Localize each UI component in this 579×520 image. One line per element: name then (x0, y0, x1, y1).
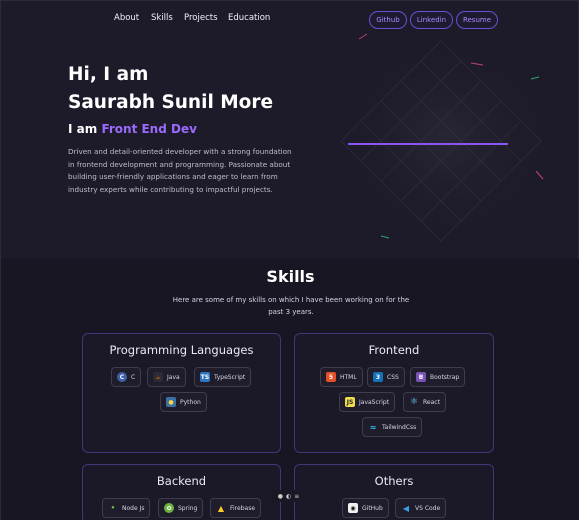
react-icon: ⚛ (409, 397, 419, 407)
nav-link-education[interactable]: Education (228, 13, 270, 23)
spring-icon: ✿ (164, 503, 174, 513)
skill-chip-spring: ✿ Spring (158, 498, 204, 518)
nav-link-about[interactable]: About (114, 13, 139, 23)
skill-chip-html: 5 HTML (320, 367, 363, 387)
page: About Skills Projects Education Github L… (0, 0, 579, 520)
linkedin-button[interactable]: Linkedin (410, 11, 453, 29)
hero-decoration-graphic (331, 31, 561, 246)
skill-chip-bootstrap: B Bootstrap (410, 367, 466, 387)
skill-chip-vscode: ◀ VS Code (395, 498, 447, 518)
github-button[interactable]: Github (369, 11, 407, 29)
floating-toolbar[interactable]: ● ◐ ≡ (272, 490, 305, 502)
skill-chip-python: ● Python (160, 392, 207, 412)
firebase-icon: ▲ (217, 503, 225, 513)
hero-name: Saurabh Sunil More (68, 92, 274, 113)
menu-icon[interactable]: ≡ (294, 493, 299, 500)
javascript-icon: JS (345, 397, 355, 407)
nav-link-projects[interactable]: Projects (184, 13, 218, 23)
settings-icon[interactable]: ◐ (286, 493, 291, 500)
typescript-icon: TS (200, 372, 210, 382)
github-icon: ◉ (348, 503, 358, 513)
tailwind-icon: ≈ (369, 422, 377, 432)
skills-title: Skills (266, 267, 315, 286)
java-icon: ☕ (153, 372, 163, 382)
hero-greeting: Hi, I am (68, 64, 149, 85)
skill-chip-javascript: JS JavaScript (339, 392, 396, 412)
hero-description: Driven and detail-oriented developer wit… (68, 147, 292, 194)
skill-chip-tailwind: ≈ TailwindCss (362, 417, 423, 437)
skill-chip-java: ☕ Java (147, 367, 186, 387)
card-title: Others (374, 474, 414, 488)
skill-chip-react: ⚛ React (403, 392, 446, 412)
card-title: Programming Languages (109, 343, 254, 357)
c-logo-icon: C (117, 372, 127, 382)
python-icon: ● (166, 397, 176, 407)
skill-chip-css: 3 CSS (367, 367, 405, 387)
hero-role: I am Front End Dev (68, 122, 197, 136)
skill-chip-nodejs: • Node Js (102, 498, 151, 518)
skill-card-programming: Programming Languages C C ☕ Java TS Type… (82, 333, 281, 453)
skill-card-others: Others ◉ GitHub ◀ VS Code (294, 464, 494, 520)
nodejs-icon: • (110, 504, 116, 512)
skill-chip-firebase: ▲ Firebase (210, 498, 262, 518)
role-highlight: Front End Dev (101, 122, 197, 136)
resume-button[interactable]: Resume (456, 11, 498, 29)
skill-chip-typescript: TS TypeScript (194, 367, 252, 387)
skill-chip-c: C C (111, 367, 142, 387)
skill-chip-github: ◉ GitHub (342, 498, 389, 518)
css3-icon: 3 (373, 372, 383, 382)
vscode-icon: ◀ (402, 503, 410, 513)
html5-icon: 5 (326, 372, 336, 382)
skills-subtitle: Here are some of my skills on which I ha… (172, 296, 410, 316)
nav-link-skills[interactable]: Skills (151, 13, 173, 23)
role-prefix: I am (68, 122, 98, 136)
skill-card-frontend: Frontend 5 HTML 3 CSS B Bootstrap JS Jav… (294, 333, 494, 453)
skill-card-backend: Backend • Node Js ✿ Spring ▲ Firebase (82, 464, 281, 520)
card-title: Backend (156, 474, 207, 488)
card-title: Frontend (368, 343, 420, 357)
bootstrap-icon: B (416, 372, 426, 382)
chat-icon[interactable]: ● (278, 493, 283, 500)
